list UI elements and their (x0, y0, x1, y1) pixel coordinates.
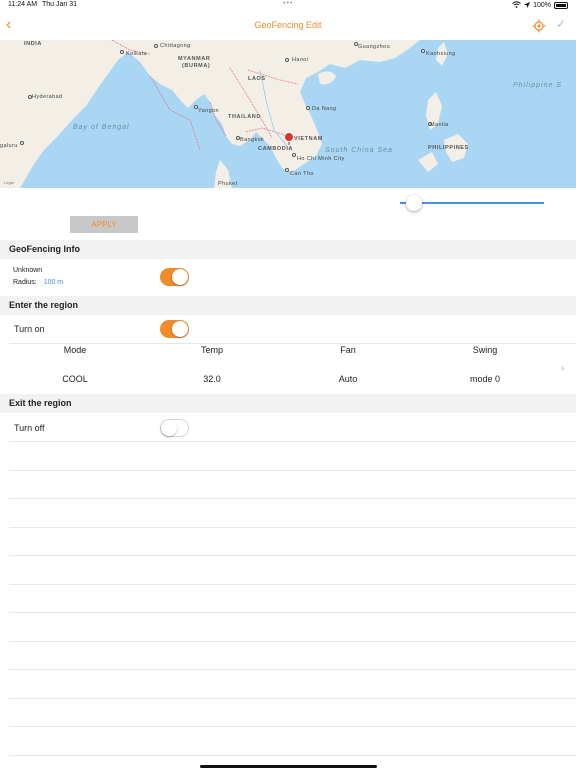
status-right: 100% (512, 1, 568, 10)
map-view[interactable]: INDIA Chittagong Kolkata MYANMAR (BURMA)… (0, 40, 576, 188)
divider (9, 527, 576, 528)
map-label-hanoi: Hanoi (292, 57, 309, 63)
battery-percent: 100% (533, 2, 551, 9)
divider (9, 470, 576, 471)
map-label-bay-of-bengal: Bay of Bengal (73, 124, 130, 131)
map-label-india: INDIA (24, 41, 42, 47)
radius-value: 100 m (43, 279, 64, 286)
map-label-hyderabad: Hyderabad (32, 94, 63, 100)
section-header-enter-region: Enter the region (0, 296, 576, 315)
map-label-cambodia: CAMBODIA (258, 146, 294, 152)
divider (9, 555, 576, 556)
locate-icon[interactable] (532, 19, 546, 33)
toggle-knob (172, 321, 188, 337)
divider (9, 441, 576, 442)
col-header-fan: Fan (340, 345, 356, 355)
divider (9, 698, 576, 699)
location-arrow-icon (524, 1, 531, 10)
map-landmass (0, 40, 468, 188)
col-header-temp: Temp (200, 345, 223, 355)
map-label-south-china-sea: South China Sea (325, 147, 393, 154)
geofence-pin-icon[interactable] (285, 133, 293, 141)
status-date: Thu Jan 31 (42, 1, 78, 8)
city-marker-hanoi (285, 58, 289, 62)
city-marker-kaohsiung (421, 49, 425, 53)
col-header-swing: Swing (472, 345, 498, 355)
geofence-name: Unknown (13, 267, 43, 274)
cell-mode: COOL (62, 374, 88, 384)
map-label-chittagong: Chittagong (160, 43, 191, 49)
status-bar: 11:24 AM Thu Jan 31 ••• 100% (0, 0, 576, 12)
divider (9, 755, 576, 756)
section-header-exit-region: Exit the region (0, 394, 576, 413)
radius-slider-thumb[interactable] (406, 195, 422, 211)
toggle-knob (161, 420, 177, 436)
map-label-philippine-sea: Philippine S (513, 82, 562, 89)
map-label-phuket: Phuket (218, 181, 238, 187)
status-time: 11:24 AM (8, 1, 38, 8)
city-marker-galuru (20, 141, 24, 145)
divider (9, 584, 576, 585)
radius-slider[interactable] (400, 194, 546, 212)
map-label-vietnam: VIETNAM (294, 136, 323, 142)
map-label-bangkok: Bangkok (240, 137, 265, 143)
nav-bar: ‹ GeoFencing Edit ✓ (0, 12, 576, 40)
page-title: GeoFencing Edit (254, 20, 322, 30)
multitask-dots: ••• (283, 0, 294, 7)
radius-label: Radius: (13, 279, 37, 286)
divider (9, 641, 576, 642)
divider (9, 343, 576, 344)
map-legal-link[interactable]: Legal (4, 180, 14, 185)
apply-button[interactable]: APPLY (70, 216, 138, 233)
map-label-ho-chi-minh: Ho Chi Minh City (297, 156, 345, 162)
enter-region-toggle[interactable] (160, 320, 189, 338)
map-label-manila: Manila (430, 122, 449, 128)
map-label-kaohsiung: Kaohsiung (426, 51, 456, 57)
divider (9, 669, 576, 670)
col-header-mode: Mode (63, 345, 87, 355)
enter-toggle-label: Turn on (14, 324, 45, 334)
section-header-geofencing-info: GeoFencing Info (0, 240, 576, 259)
map-label-laos: LAOS (248, 76, 266, 82)
map-label-galuru: galuru (0, 143, 18, 149)
geofence-enable-toggle[interactable] (160, 268, 189, 286)
map-label-myanmar: MYANMAR (178, 56, 211, 62)
divider (9, 498, 576, 499)
city-marker-kolkata (120, 50, 124, 54)
confirm-check-icon[interactable]: ✓ (556, 17, 570, 31)
divider (9, 726, 576, 727)
exit-region-toggle[interactable] (160, 419, 189, 437)
map-label-da-nang: Da Nang (312, 106, 337, 112)
cell-fan: Auto (338, 374, 358, 384)
map-label-can-tho: Can Tho (290, 171, 314, 177)
city-marker-da-nang (306, 106, 310, 110)
map-label-yangon: Yangon (198, 108, 219, 114)
map-label-burma: (BURMA) (182, 63, 211, 69)
city-marker-ho-chi-minh (292, 153, 296, 157)
exit-toggle-label: Turn off (14, 423, 45, 433)
toggle-knob (172, 269, 188, 285)
city-marker-can-tho (285, 168, 289, 172)
map-label-philippines: PHILIPPINES (428, 145, 469, 151)
map-label-guangzhou: Guangzhou (358, 44, 391, 50)
city-marker-chittagong (154, 44, 158, 48)
wifi-icon (512, 1, 521, 10)
radius-line: Radius: 100 m (13, 279, 63, 286)
map-label-kolkata: Kolkata (126, 51, 148, 57)
battery-icon (554, 2, 568, 9)
cell-swing: mode 0 (469, 374, 501, 384)
chevron-right-icon[interactable]: › (561, 363, 564, 374)
map-label-thailand: THAILAND (228, 114, 261, 120)
cell-temp: 32.0 (203, 374, 221, 384)
divider (9, 612, 576, 613)
